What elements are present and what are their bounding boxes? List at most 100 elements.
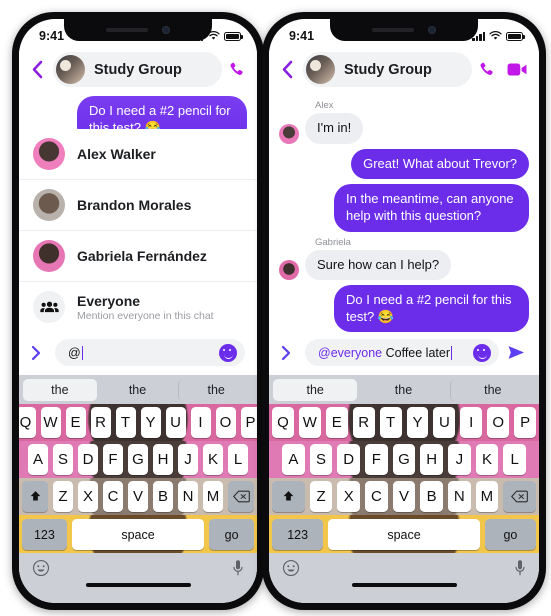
left-message-input[interactable]: @: [55, 339, 245, 366]
key-g[interactable]: G: [128, 444, 148, 475]
back-chevron-icon[interactable]: [277, 60, 297, 79]
space-key[interactable]: space: [71, 519, 205, 550]
key-w[interactable]: W: [298, 407, 321, 438]
message-bubble[interactable]: Do I need a #2 pencil for this test? 😂: [334, 285, 529, 332]
left-keyboard[interactable]: the the the Q W E R T Y U I O P A S D F …: [19, 375, 257, 603]
expand-chevron-icon[interactable]: [281, 345, 297, 361]
suggestion-chip[interactable]: the: [449, 378, 535, 401]
microphone-icon[interactable]: [514, 559, 526, 577]
key-r[interactable]: R: [352, 407, 375, 438]
shift-arrow-icon[interactable]: [22, 481, 48, 512]
right-conversation-title-pill[interactable]: Study Group: [303, 52, 472, 87]
backspace-icon[interactable]: [228, 481, 254, 512]
key-k[interactable]: K: [203, 444, 223, 475]
key-u[interactable]: U: [433, 407, 456, 438]
key-l[interactable]: L: [503, 444, 527, 475]
key-t[interactable]: T: [379, 407, 402, 438]
key-p[interactable]: P: [514, 407, 537, 438]
key-r[interactable]: R: [90, 407, 111, 438]
key-d[interactable]: D: [78, 444, 98, 475]
key-s[interactable]: S: [309, 444, 333, 475]
phone-call-icon[interactable]: [228, 61, 245, 78]
key-k[interactable]: K: [475, 444, 499, 475]
key-e[interactable]: E: [65, 407, 86, 438]
suggestion-chip[interactable]: the: [361, 379, 445, 401]
key-b[interactable]: B: [153, 481, 173, 512]
go-key[interactable]: go: [484, 519, 537, 550]
key-x[interactable]: X: [78, 481, 98, 512]
key-v[interactable]: V: [128, 481, 148, 512]
key-m[interactable]: M: [475, 481, 499, 512]
key-s[interactable]: S: [53, 444, 73, 475]
key-i[interactable]: I: [460, 407, 483, 438]
right-message-thread[interactable]: Alex I'm in! Great! What about Trevor? I…: [269, 96, 539, 332]
phone-call-icon[interactable]: [478, 61, 495, 78]
key-b[interactable]: B: [420, 481, 443, 512]
backspace-icon[interactable]: [503, 481, 536, 512]
key-q[interactable]: Q: [19, 407, 36, 438]
video-call-icon[interactable]: [507, 62, 527, 77]
numbers-key[interactable]: 123: [272, 519, 324, 550]
space-key[interactable]: space: [328, 519, 480, 550]
right-keyboard[interactable]: the the the Q W E R T Y U I O P A S D F …: [269, 375, 539, 603]
key-j[interactable]: J: [448, 444, 471, 475]
key-q[interactable]: Q: [271, 407, 294, 438]
key-c[interactable]: C: [365, 481, 388, 512]
list-item[interactable]: Brandon Morales: [19, 180, 257, 231]
key-o[interactable]: O: [487, 407, 510, 438]
message-bubble[interactable]: Great! What about Trevor?: [351, 148, 529, 180]
expand-chevron-icon[interactable]: [31, 345, 47, 361]
message-bubble[interactable]: Do I need a #2 pencil for this test? 😂: [76, 96, 247, 129]
key-y[interactable]: Y: [406, 407, 429, 438]
key-g[interactable]: G: [392, 444, 416, 475]
suggestion-chip[interactable]: the: [273, 378, 358, 401]
suggestion-chip[interactable]: the: [178, 378, 253, 401]
message-bubble[interactable]: I'm in!: [305, 113, 364, 144]
key-v[interactable]: V: [392, 481, 416, 512]
emoji-smiley-icon[interactable]: [473, 343, 491, 362]
list-item-everyone[interactable]: Everyone Mention everyone in this chat: [19, 282, 257, 332]
key-o[interactable]: O: [215, 407, 236, 438]
key-h[interactable]: H: [153, 444, 173, 475]
key-l[interactable]: L: [228, 444, 248, 475]
key-w[interactable]: W: [40, 407, 61, 438]
key-u[interactable]: U: [165, 407, 186, 438]
left-message-thread[interactable]: Do I need a #2 pencil for this test? 😂: [19, 96, 257, 129]
right-message-input[interactable]: @everyone Coffee later: [305, 339, 499, 366]
list-item[interactable]: Alex Walker: [19, 129, 257, 180]
key-y[interactable]: Y: [140, 407, 161, 438]
key-j[interactable]: J: [178, 444, 198, 475]
suggestion-chip[interactable]: the: [101, 379, 175, 401]
mention-suggestion-list[interactable]: Alex Walker Brandon Morales Gabriela Fer…: [19, 129, 257, 332]
go-key[interactable]: go: [209, 519, 255, 550]
shift-arrow-icon[interactable]: [272, 481, 305, 512]
key-m[interactable]: M: [203, 481, 223, 512]
back-chevron-icon[interactable]: [27, 60, 47, 79]
suggestion-chip[interactable]: the: [23, 378, 97, 401]
key-i[interactable]: I: [190, 407, 211, 438]
key-x[interactable]: X: [337, 481, 361, 512]
key-e[interactable]: E: [325, 407, 348, 438]
key-z[interactable]: Z: [309, 481, 333, 512]
key-n[interactable]: N: [447, 481, 471, 512]
message-bubble[interactable]: In the meantime, can anyone help with th…: [334, 184, 529, 232]
numbers-key[interactable]: 123: [22, 519, 67, 550]
emoji-smiley-icon[interactable]: [219, 343, 237, 362]
send-arrow-icon[interactable]: [507, 344, 527, 361]
emoji-keyboard-icon[interactable]: [282, 559, 300, 577]
key-p[interactable]: P: [240, 407, 257, 438]
key-t[interactable]: T: [115, 407, 136, 438]
key-n[interactable]: N: [178, 481, 198, 512]
message-bubble[interactable]: Sure how can I help?: [305, 249, 452, 281]
emoji-keyboard-icon[interactable]: [32, 559, 50, 577]
microphone-icon[interactable]: [232, 559, 244, 577]
list-item[interactable]: Gabriela Fernández: [19, 231, 257, 282]
left-conversation-title-pill[interactable]: Study Group: [53, 52, 222, 87]
key-c[interactable]: C: [103, 481, 123, 512]
key-d[interactable]: D: [337, 444, 360, 475]
key-z[interactable]: Z: [53, 481, 73, 512]
key-a[interactable]: A: [281, 444, 305, 475]
key-h[interactable]: H: [420, 444, 444, 475]
key-f[interactable]: F: [365, 444, 388, 475]
key-f[interactable]: F: [103, 444, 123, 475]
